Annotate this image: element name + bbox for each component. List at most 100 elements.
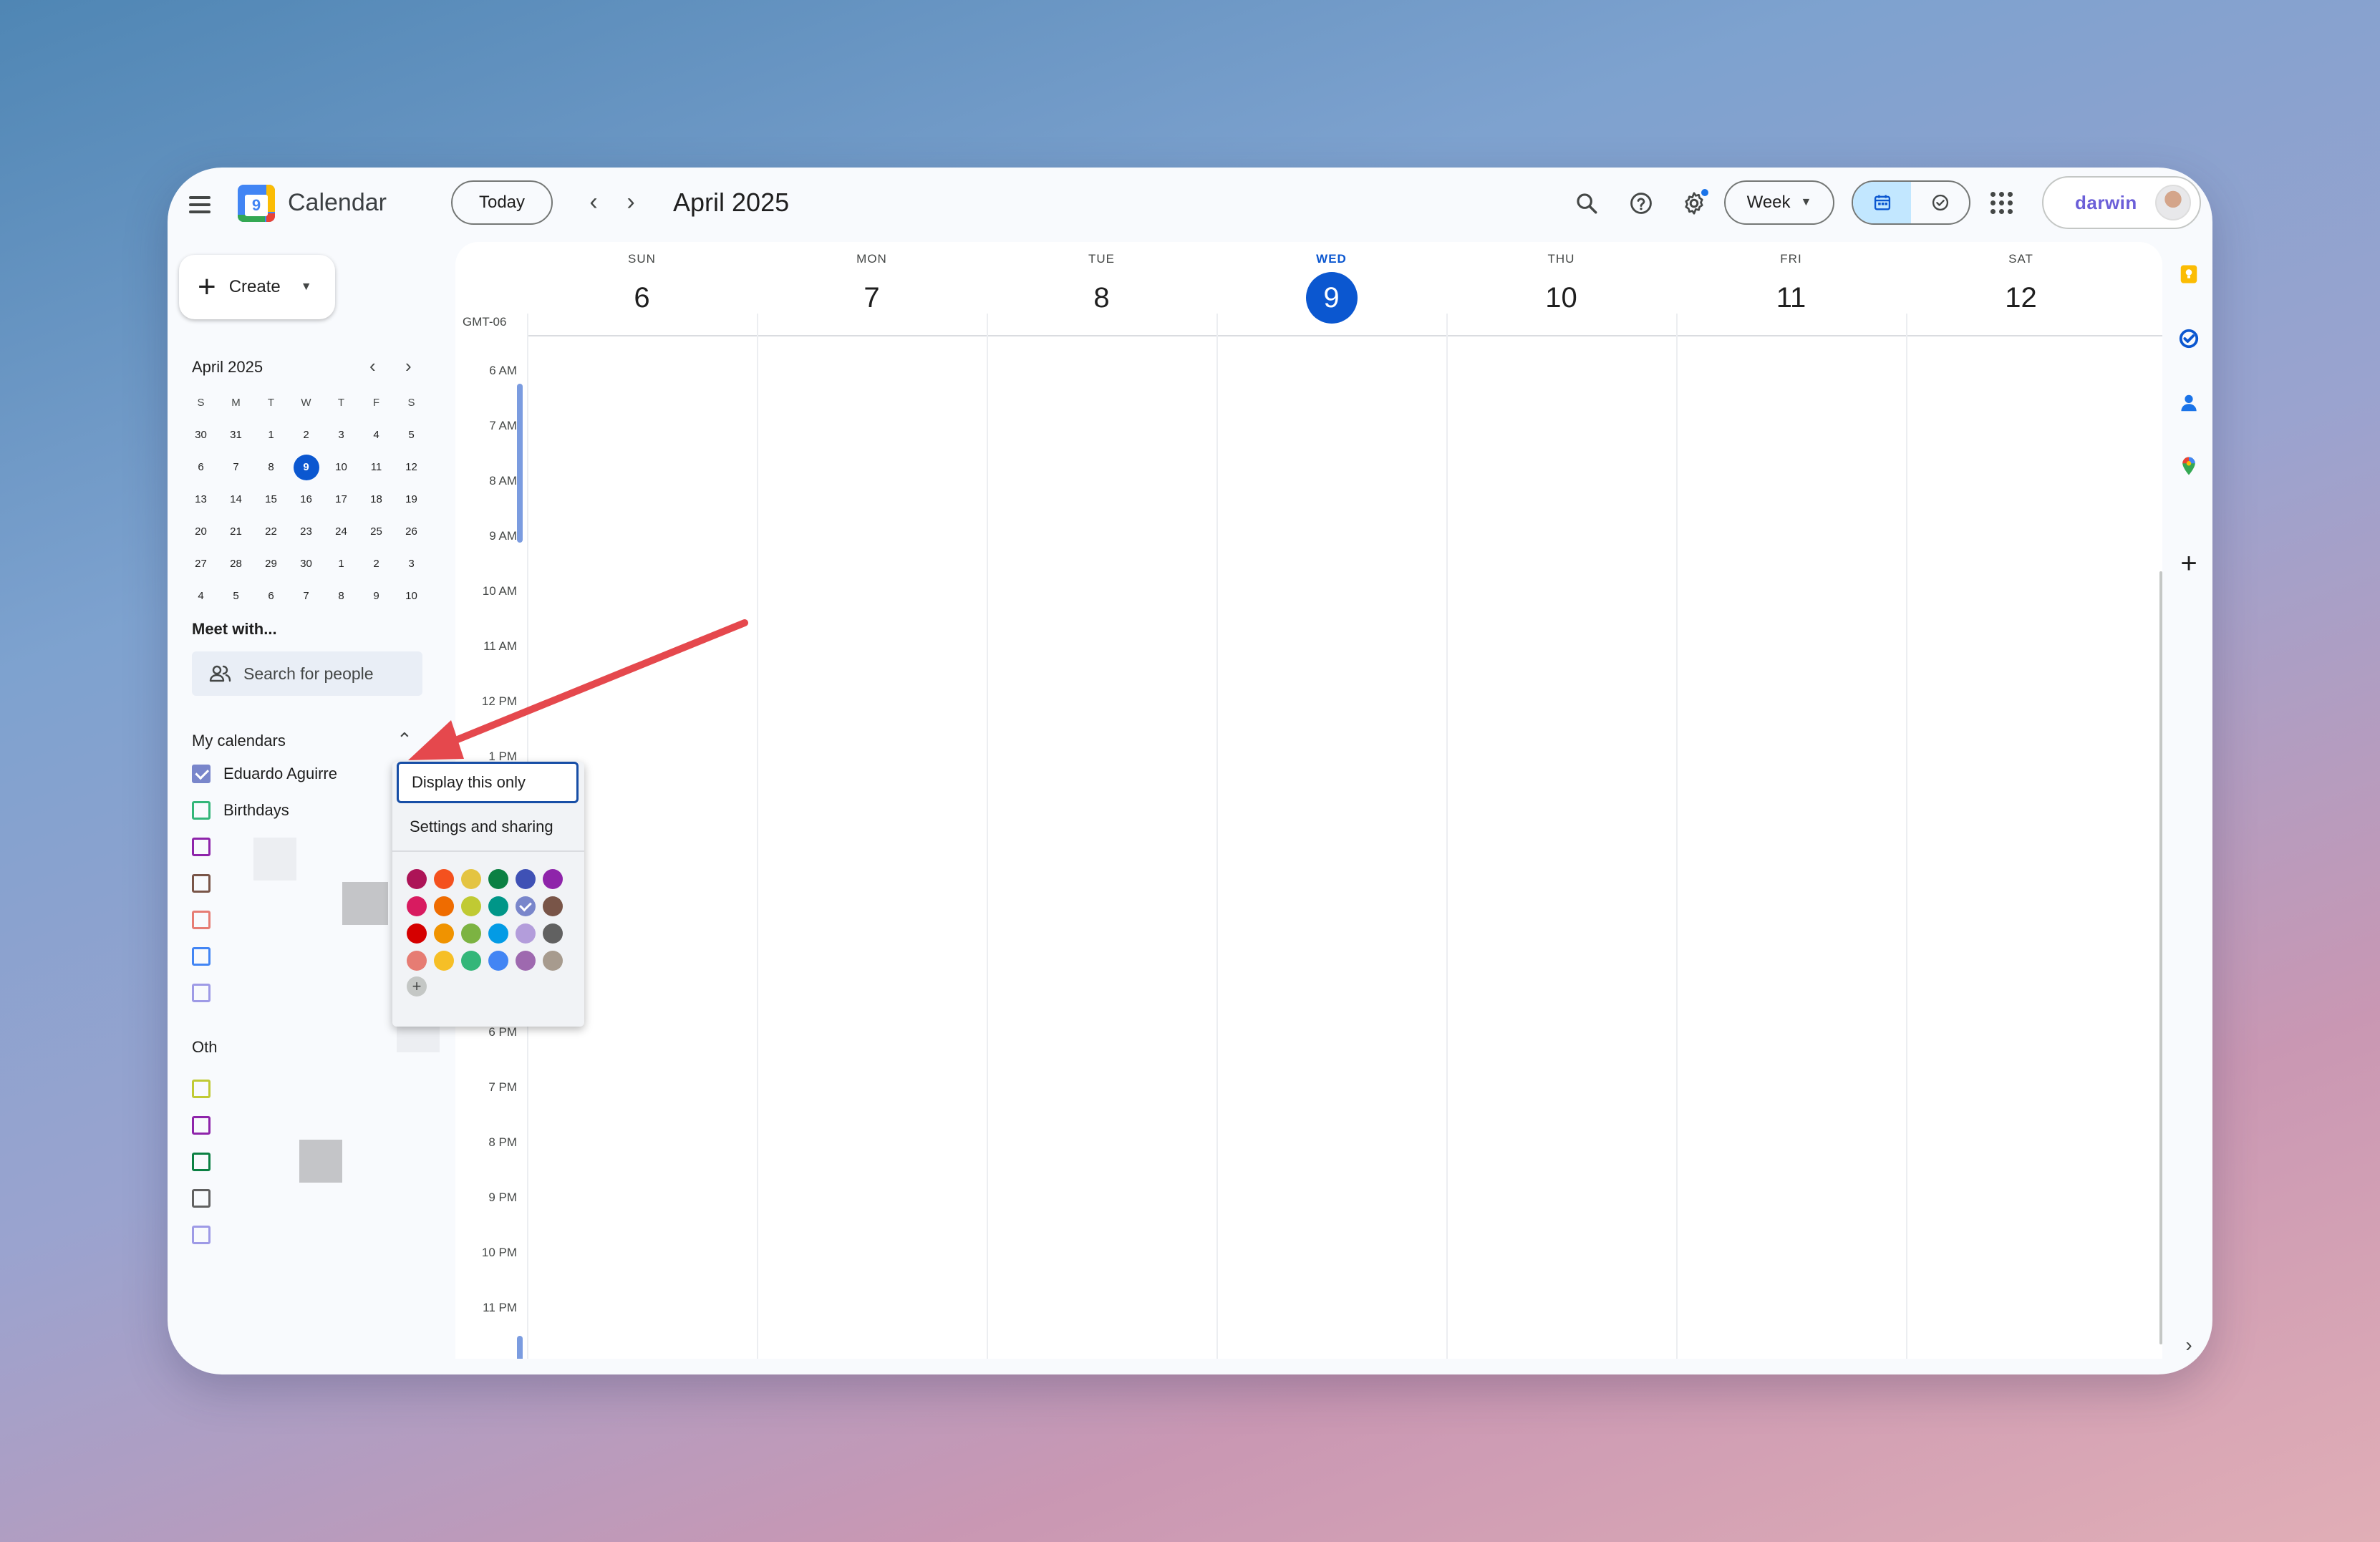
day-number[interactable]: 10	[1536, 272, 1587, 324]
mini-day[interactable]: 30	[289, 551, 324, 577]
calendar-checkbox[interactable]	[192, 911, 211, 929]
search-people-input[interactable]: Search for people	[192, 651, 422, 696]
color-swatch[interactable]	[543, 869, 563, 889]
event-block[interactable]	[517, 422, 523, 543]
mini-day[interactable]: 10	[394, 583, 429, 609]
expand-panel-icon[interactable]: ›	[2177, 1333, 2201, 1357]
color-swatch[interactable]	[516, 896, 536, 916]
maps-icon[interactable]	[2177, 454, 2201, 478]
calendar-checkbox[interactable]	[192, 874, 211, 893]
color-swatch[interactable]	[461, 896, 481, 916]
calendar-checkbox[interactable]	[192, 1116, 211, 1135]
chevron-right-icon[interactable]: ›	[620, 189, 642, 215]
contacts-icon[interactable]	[2177, 391, 2201, 415]
calendar-checkbox[interactable]	[192, 801, 211, 820]
search-icon[interactable]	[1571, 188, 1602, 219]
tasks-icon[interactable]	[2177, 326, 2201, 351]
mini-day[interactable]: 17	[324, 487, 359, 513]
calendar-view-icon[interactable]	[1853, 182, 1911, 223]
help-icon[interactable]	[1625, 188, 1657, 219]
day-number[interactable]: 9	[1305, 272, 1358, 324]
mini-day[interactable]: 7	[289, 583, 324, 609]
calendar-checkbox[interactable]	[192, 1226, 211, 1244]
mini-day[interactable]: 6	[183, 455, 218, 480]
color-swatch[interactable]	[543, 951, 563, 971]
color-swatch[interactable]	[516, 869, 536, 889]
settings-and-sharing-item[interactable]: Settings and sharing	[397, 806, 579, 848]
color-swatch[interactable]	[488, 869, 508, 889]
day-number[interactable]: 7	[846, 272, 898, 324]
mini-day[interactable]: 3	[394, 551, 429, 577]
mini-day[interactable]: 30	[183, 422, 218, 448]
calendar-item[interactable]	[192, 944, 211, 969]
mini-day[interactable]: 1	[253, 422, 289, 448]
mini-day[interactable]: 18	[359, 487, 394, 513]
mini-day[interactable]: 14	[218, 487, 253, 513]
scrollbar[interactable]	[2159, 571, 2162, 1344]
color-swatch[interactable]	[407, 951, 427, 971]
add-custom-color-icon[interactable]: +	[407, 976, 427, 997]
day-number[interactable]: 8	[1076, 272, 1128, 324]
calendar-checkbox[interactable]	[192, 947, 211, 966]
google-apps-icon[interactable]	[1990, 192, 2013, 215]
color-swatch[interactable]	[434, 951, 454, 971]
mini-day[interactable]: 4	[183, 583, 218, 609]
calendar-item[interactable]: Eduardo Aguirre	[192, 762, 337, 786]
mini-day[interactable]: 21	[218, 519, 253, 545]
mini-day[interactable]: 10	[324, 455, 359, 480]
mini-day[interactable]: 16	[289, 487, 324, 513]
mini-day[interactable]: 5	[218, 583, 253, 609]
color-swatch[interactable]	[516, 951, 536, 971]
mini-day[interactable]: 25	[359, 519, 394, 545]
mini-day[interactable]: 2	[289, 422, 324, 448]
mini-day[interactable]: 19	[394, 487, 429, 513]
mini-prev-month-icon[interactable]: ‹	[369, 355, 376, 377]
calendar-checkbox[interactable]	[192, 984, 211, 1002]
calendar-checkbox[interactable]	[192, 765, 211, 783]
mini-day[interactable]: 24	[324, 519, 359, 545]
mini-day[interactable]: 31	[218, 422, 253, 448]
mini-day[interactable]: 3	[324, 422, 359, 448]
add-addon-icon[interactable]: +	[2177, 548, 2201, 579]
mini-day[interactable]: 15	[253, 487, 289, 513]
mini-day[interactable]: 20	[183, 519, 218, 545]
calendar-logo-icon[interactable]: 9	[238, 185, 275, 222]
mini-day[interactable]: 9	[359, 583, 394, 609]
mini-day[interactable]: 11	[359, 455, 394, 480]
color-swatch[interactable]	[461, 923, 481, 944]
calendar-item[interactable]	[192, 835, 211, 859]
other-calendar-item[interactable]	[192, 1077, 211, 1101]
mini-day[interactable]: 22	[253, 519, 289, 545]
keep-icon[interactable]	[2177, 262, 2201, 286]
mini-day[interactable]: 9	[289, 454, 324, 480]
calendar-item[interactable]	[192, 981, 211, 1005]
calendar-item[interactable]	[192, 871, 211, 896]
mini-day[interactable]: 13	[183, 487, 218, 513]
display-this-only-item[interactable]: Display this only	[397, 762, 579, 803]
settings-gear-icon[interactable]	[1678, 188, 1710, 219]
today-button[interactable]: Today	[451, 180, 553, 225]
color-swatch[interactable]	[461, 869, 481, 889]
tasks-view-icon[interactable]	[1911, 182, 1969, 223]
mini-day[interactable]: 23	[289, 519, 324, 545]
color-swatch[interactable]	[488, 896, 508, 916]
mini-day[interactable]: 1	[324, 551, 359, 577]
other-calendars-title[interactable]: Oth	[192, 1038, 217, 1057]
mini-day[interactable]: 8	[253, 455, 289, 480]
mini-day[interactable]: 8	[324, 583, 359, 609]
color-swatch[interactable]	[407, 923, 427, 944]
calendar-item[interactable]: Birthdays	[192, 798, 289, 823]
color-swatch[interactable]	[516, 923, 536, 944]
my-calendars-title[interactable]: My calendars	[192, 732, 286, 750]
mini-day[interactable]: 12	[394, 455, 429, 480]
color-swatch[interactable]	[543, 896, 563, 916]
color-swatch[interactable]	[434, 896, 454, 916]
other-calendar-item[interactable]	[192, 1223, 211, 1247]
mini-day[interactable]: 7	[218, 455, 253, 480]
calendar-item[interactable]	[192, 908, 211, 932]
calendar-checkbox[interactable]	[192, 1153, 211, 1171]
calendar-checkbox[interactable]	[192, 838, 211, 856]
calendar-checkbox[interactable]	[192, 1080, 211, 1098]
day-number[interactable]: 6	[616, 272, 668, 324]
mini-day[interactable]: 4	[359, 422, 394, 448]
